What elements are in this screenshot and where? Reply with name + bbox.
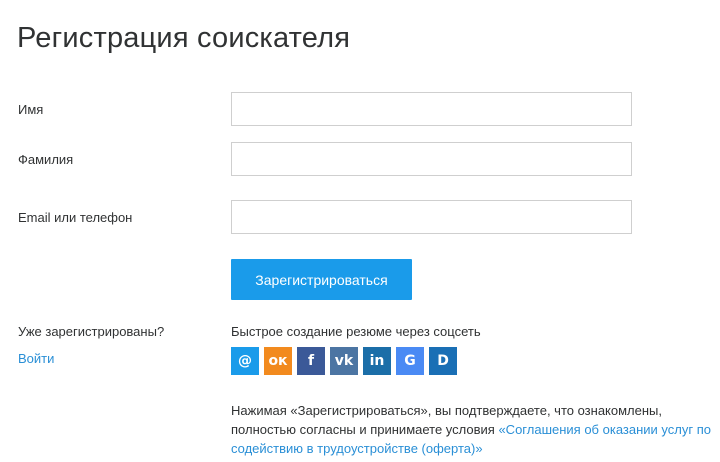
last-name-field[interactable] [231,142,632,176]
register-button[interactable]: Зарегистрироваться [231,259,412,300]
mail-ru-icon[interactable]: @ [231,347,259,375]
agreement-disclaimer: Нажимая «Зарегистрироваться», вы подтвер… [231,401,711,458]
first-name-label: Имя [18,102,44,117]
first-name-field[interactable] [231,92,632,126]
already-registered-text: Уже зарегистрированы? [18,324,165,339]
social-buttons: @ ок f vk in G D [231,347,457,375]
email-or-phone-field[interactable] [231,200,632,234]
odnoklassniki-icon[interactable]: ок [264,347,292,375]
google-icon[interactable]: G [396,347,424,375]
social-signup-title: Быстрое создание резюме через соцсеть [231,324,481,339]
login-link[interactable]: Войти [18,351,54,366]
vkontakte-icon[interactable]: vk [330,347,358,375]
page-title: Регистрация соискателя [17,22,351,54]
last-name-label: Фамилия [18,152,74,167]
facebook-icon[interactable]: f [297,347,325,375]
d-icon[interactable]: D [429,347,457,375]
login-label: Email или телефон [18,210,133,225]
linkedin-icon[interactable]: in [363,347,391,375]
